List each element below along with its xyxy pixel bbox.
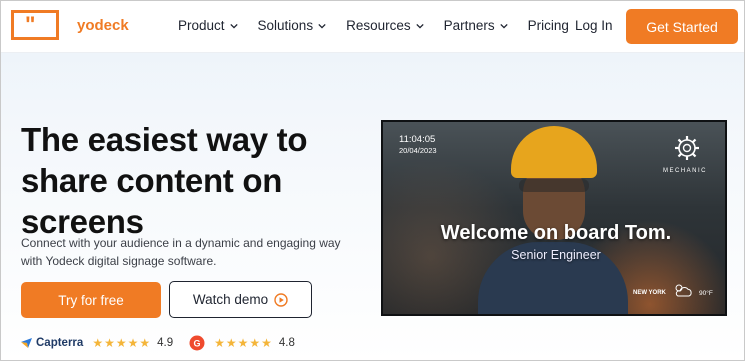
hero-title: The easiest way to share content on scre…	[21, 121, 308, 240]
nav-item-pricing[interactable]: Pricing	[528, 18, 569, 33]
logo-text: yodeck	[77, 16, 129, 34]
capterra-rating[interactable]: Capterra	[21, 337, 83, 349]
ratings-row: Capterra ★★★★★ 4.9 G G2 ★★★★★ 4.8	[21, 335, 295, 351]
nav-item-label: Pricing	[527, 18, 569, 33]
capterra-stars: ★★★★★	[92, 336, 152, 350]
capterra-score: 4.9	[157, 337, 174, 349]
screen-date: 20/04/2023	[399, 146, 437, 155]
main-menu: Product Solutions Resources Partners Pri…	[178, 18, 589, 33]
welcome-message: Welcome on board Tom.	[440, 222, 672, 244]
nav-item-resources[interactable]: Resources	[346, 18, 424, 33]
watch-demo-label: Watch demo	[192, 292, 269, 307]
nav-item-label: Resources	[346, 18, 411, 33]
signage-screen-preview: 11:04:05 20/04/2023 MECHANIC Welcome on …	[381, 120, 727, 316]
chevron-down-icon	[415, 23, 424, 29]
get-started-button[interactable]: Get Started	[626, 9, 738, 44]
g2-score: 4.8	[278, 337, 295, 349]
nav-item-label: Solutions	[257, 18, 314, 33]
svg-text:G: G	[194, 339, 201, 349]
weather-temperature: 90°F	[699, 290, 713, 297]
play-circle-icon	[274, 292, 288, 307]
page: " yodeck Product Solutions Resources Par…	[0, 0, 745, 361]
top-navbar: " yodeck Product Solutions Resources Par…	[1, 1, 744, 53]
chevron-down-icon	[499, 23, 508, 29]
hero-subtitle: Connect with your audience in a dynamic …	[21, 236, 341, 268]
nav-item-partners[interactable]: Partners	[444, 18, 508, 33]
capterra-label: Capterra	[36, 337, 84, 349]
badge-label: MECHANIC	[663, 168, 708, 174]
nav-item-product[interactable]: Product	[178, 18, 238, 33]
login-link[interactable]: Log In	[575, 18, 613, 33]
gear-icon	[675, 136, 699, 160]
chevron-down-icon	[229, 23, 238, 29]
g2-logo-icon: G	[189, 335, 205, 351]
logo-quote-glyph: "	[25, 12, 36, 37]
safety-glasses-shape	[519, 179, 589, 192]
cloud-sun-icon	[675, 284, 692, 297]
g2-stars: ★★★★★	[214, 336, 273, 350]
chevron-down-icon	[318, 23, 326, 29]
role-text: Senior Engineer	[511, 248, 601, 262]
nav-item-label: Partners	[443, 18, 495, 33]
capterra-logo-icon	[21, 338, 32, 348]
try-for-free-button[interactable]: Try for free	[21, 282, 161, 318]
yodeck-logo[interactable]: " yodeck	[11, 10, 129, 40]
g2-rating[interactable]: G G2 ★★★★★ 4.8	[189, 335, 295, 351]
screen-time: 11:04:05	[399, 134, 436, 145]
logo-mark: "	[11, 10, 59, 40]
weather-city: NEW YORK	[633, 290, 666, 296]
nav-item-solutions[interactable]: Solutions	[258, 18, 327, 33]
watch-demo-button[interactable]: Watch demo	[169, 281, 312, 318]
nav-item-label: Product	[178, 18, 225, 33]
screen-clock: 11:04:05 20/04/2023	[399, 134, 437, 156]
